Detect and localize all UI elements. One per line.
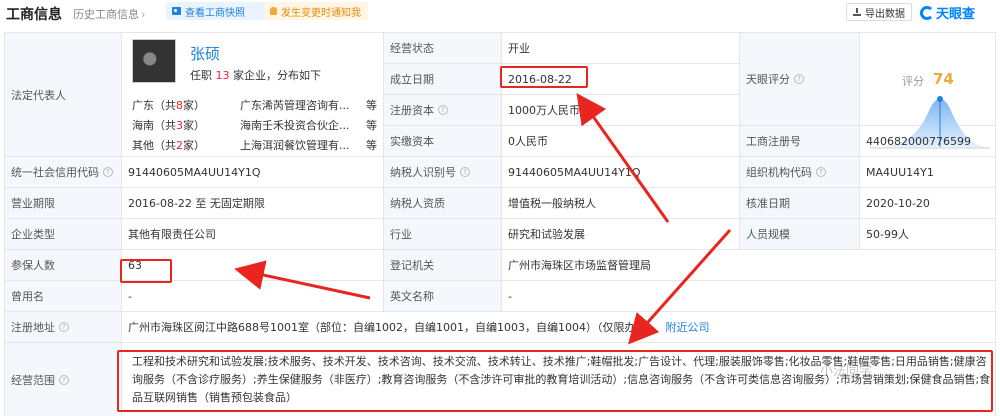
- arrow-scope: [628, 229, 732, 345]
- watermark: 小法同学: [820, 360, 872, 379]
- watermark-text: 小法同学: [820, 364, 873, 379]
- arrow-founded: [576, 93, 670, 223]
- arrow-insured: [234, 260, 371, 300]
- annotation-arrows: [234, 93, 732, 345]
